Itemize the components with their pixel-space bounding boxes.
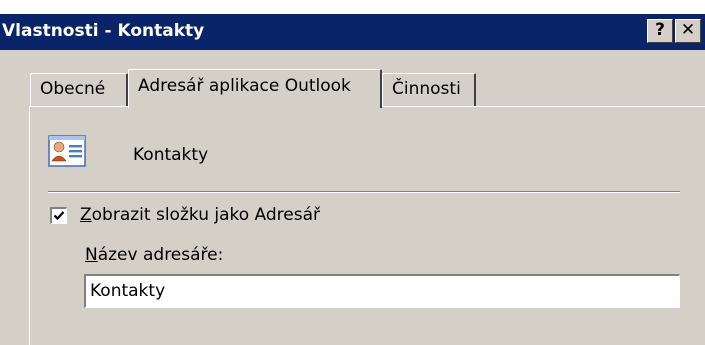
title-bar: Vlastnosti - Kontakty ? ✕ xyxy=(0,14,705,50)
addressbook-name-input[interactable]: Kontakty xyxy=(84,274,680,308)
close-icon: ✕ xyxy=(680,20,696,40)
folder-name: Kontakty xyxy=(133,145,209,165)
window-title: Vlastnosti - Kontakty xyxy=(2,21,205,41)
addressbook-name-label: Název adresáře: xyxy=(85,245,224,265)
help-icon: ? xyxy=(655,20,665,40)
tab-label: Činnosti xyxy=(392,79,461,99)
help-button[interactable]: ? xyxy=(647,19,673,43)
tab-outlook-address-book[interactable]: Adresář aplikace Outlook xyxy=(128,69,382,108)
addressbook-name-value: Kontakty xyxy=(90,281,166,301)
show-as-addressbook-label[interactable]: Zobrazit složku jako Adresář xyxy=(80,205,320,225)
separator xyxy=(48,191,680,193)
contact-card-icon xyxy=(48,135,86,167)
close-button[interactable]: ✕ xyxy=(675,19,701,43)
checkmark-icon xyxy=(53,211,65,221)
tab-label: Adresář aplikace Outlook xyxy=(138,76,351,96)
tab-activities[interactable]: Činnosti xyxy=(382,73,476,106)
tab-label: Obecné xyxy=(40,79,106,99)
properties-dialog: Obecné Adresář aplikace Outlook Činnosti… xyxy=(0,50,705,345)
show-as-addressbook-checkbox[interactable] xyxy=(50,207,67,224)
tab-general[interactable]: Obecné xyxy=(30,73,128,106)
tab-panel xyxy=(29,106,705,345)
